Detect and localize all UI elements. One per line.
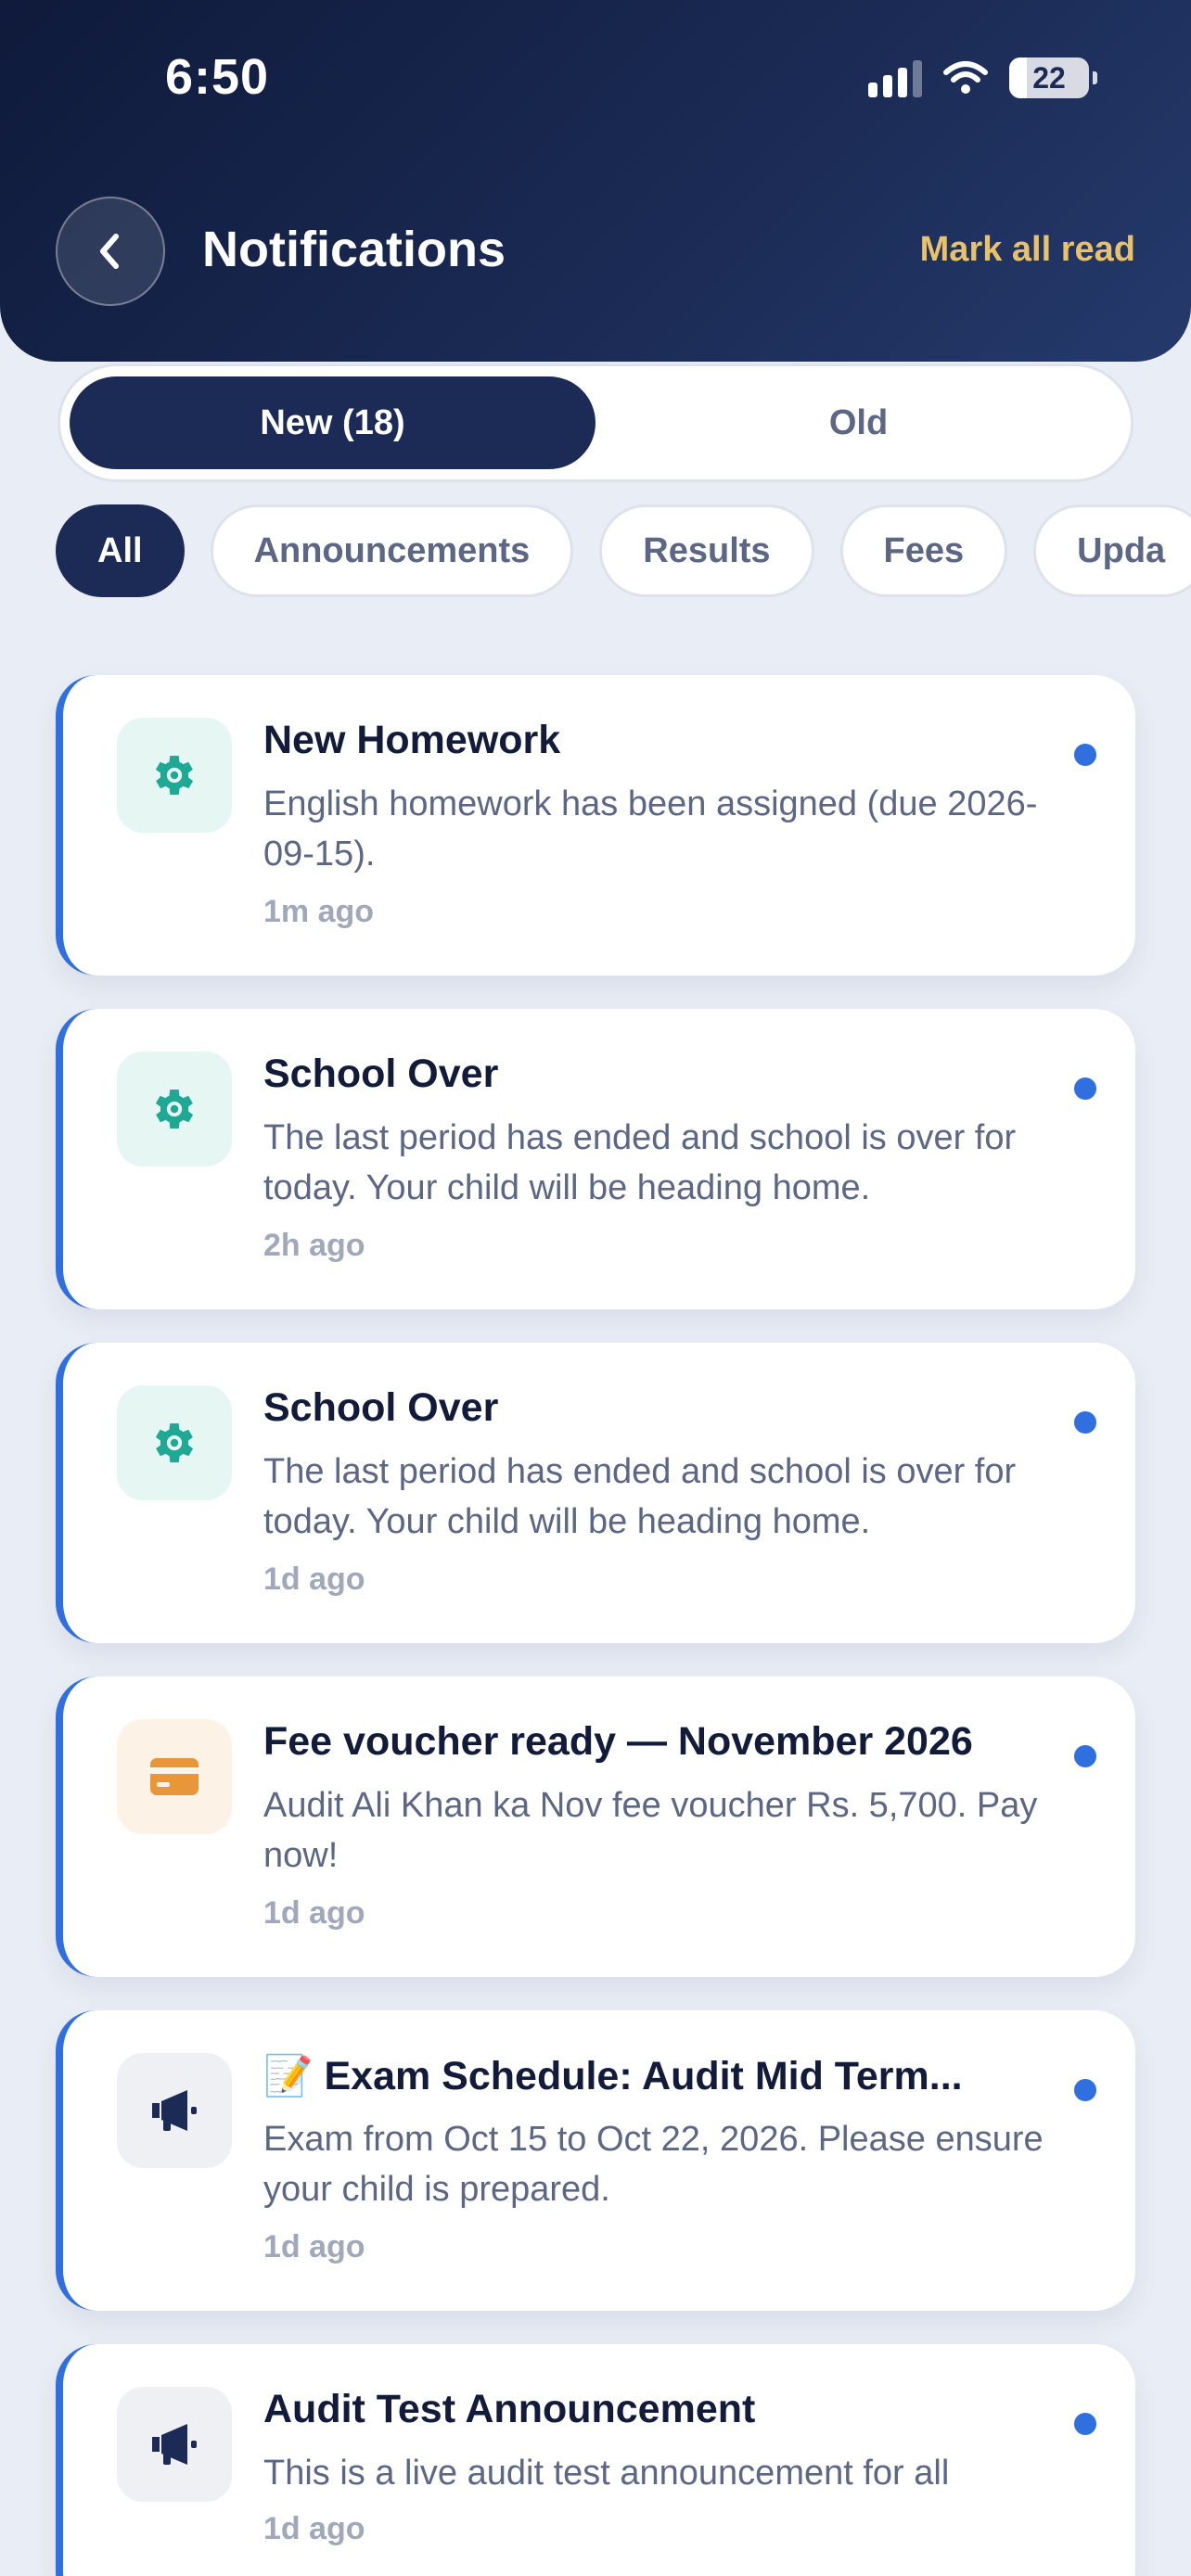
credit-card-icon bbox=[117, 1719, 232, 1834]
unread-dot bbox=[1074, 1745, 1096, 1767]
filter-results[interactable]: Results bbox=[599, 504, 814, 597]
notification-time: 1d ago bbox=[263, 2229, 365, 2264]
filter-all[interactable]: All bbox=[56, 504, 185, 597]
status-time: 6:50 bbox=[165, 49, 270, 105]
unread-dot bbox=[1074, 2413, 1096, 2435]
filter-announcements[interactable]: Announcements bbox=[210, 504, 574, 597]
megaphone-icon bbox=[117, 2387, 232, 2502]
notification-title: Fee voucher ready — November 2026 bbox=[263, 1719, 973, 1764]
gear-icon bbox=[117, 1385, 232, 1500]
notification-time: 1d ago bbox=[263, 2511, 365, 2546]
app-header: 6:50 22 Notifications Mark all read bbox=[0, 0, 1191, 362]
battery-icon: 22 bbox=[1009, 57, 1097, 98]
back-button[interactable] bbox=[56, 197, 165, 306]
page-title: Notifications bbox=[202, 222, 506, 277]
notification-card[interactable]: New Homework English homework has been a… bbox=[56, 675, 1135, 976]
unread-dot bbox=[1074, 1078, 1096, 1100]
notification-card[interactable]: School Over The last period has ended an… bbox=[56, 1343, 1135, 1643]
notification-body: Audit Ali Khan ka Nov fee voucher Rs. 5,… bbox=[263, 1786, 1038, 1875]
unread-dot bbox=[1074, 2079, 1096, 2101]
filter-chips: All Announcements Results Fees Upda bbox=[56, 504, 1191, 599]
notification-time: 2h ago bbox=[263, 1228, 365, 1263]
wifi-icon bbox=[943, 61, 988, 94]
notification-title: 📝 Exam Schedule: Audit Mid Term... bbox=[263, 2054, 963, 2098]
filter-updates[interactable]: Upda bbox=[1033, 504, 1191, 597]
gear-icon bbox=[117, 1052, 232, 1167]
mark-all-read-button[interactable]: Mark all read bbox=[920, 230, 1135, 270]
notification-title: New Homework bbox=[263, 718, 561, 762]
notification-card[interactable]: Audit Test Announcement This is a live a… bbox=[56, 2344, 1135, 2576]
notification-card[interactable]: Fee voucher ready — November 2026 Audit … bbox=[56, 1677, 1135, 1977]
gear-icon bbox=[117, 718, 232, 833]
notification-body: Exam from Oct 15 to Oct 22, 2026. Please… bbox=[263, 2120, 1044, 2209]
megaphone-icon bbox=[117, 2053, 232, 2168]
notification-time: 1d ago bbox=[263, 1562, 365, 1597]
new-old-toggle: New (18) Old bbox=[58, 363, 1133, 482]
notification-time: 1d ago bbox=[263, 1895, 365, 1931]
tab-new[interactable]: New (18) bbox=[70, 376, 596, 469]
notification-body: The last period has ended and school is … bbox=[263, 1118, 1017, 1207]
tab-old[interactable]: Old bbox=[596, 376, 1121, 469]
chevron-left-icon bbox=[100, 234, 119, 269]
notification-body: This is a live audit test announcement f… bbox=[263, 2454, 950, 2493]
cellular-signal-icon bbox=[868, 58, 922, 97]
notification-card[interactable]: School Over The last period has ended an… bbox=[56, 1009, 1135, 1309]
notification-time: 1m ago bbox=[263, 894, 375, 929]
unread-dot bbox=[1074, 1411, 1096, 1434]
notification-body: English homework has been assigned (due … bbox=[263, 784, 1038, 874]
notification-title: Audit Test Announcement bbox=[263, 2387, 756, 2431]
filter-fees[interactable]: Fees bbox=[839, 504, 1008, 597]
notification-body: The last period has ended and school is … bbox=[263, 1452, 1017, 1541]
unread-dot bbox=[1074, 744, 1096, 766]
notification-card[interactable]: 📝 Exam Schedule: Audit Mid Term... Exam … bbox=[56, 2010, 1135, 2311]
status-icons: 22 bbox=[868, 57, 1097, 98]
notification-title: School Over bbox=[263, 1385, 499, 1430]
battery-level: 22 bbox=[1032, 60, 1066, 95]
battery-fill bbox=[1009, 57, 1027, 98]
notification-title: School Over bbox=[263, 1052, 499, 1096]
